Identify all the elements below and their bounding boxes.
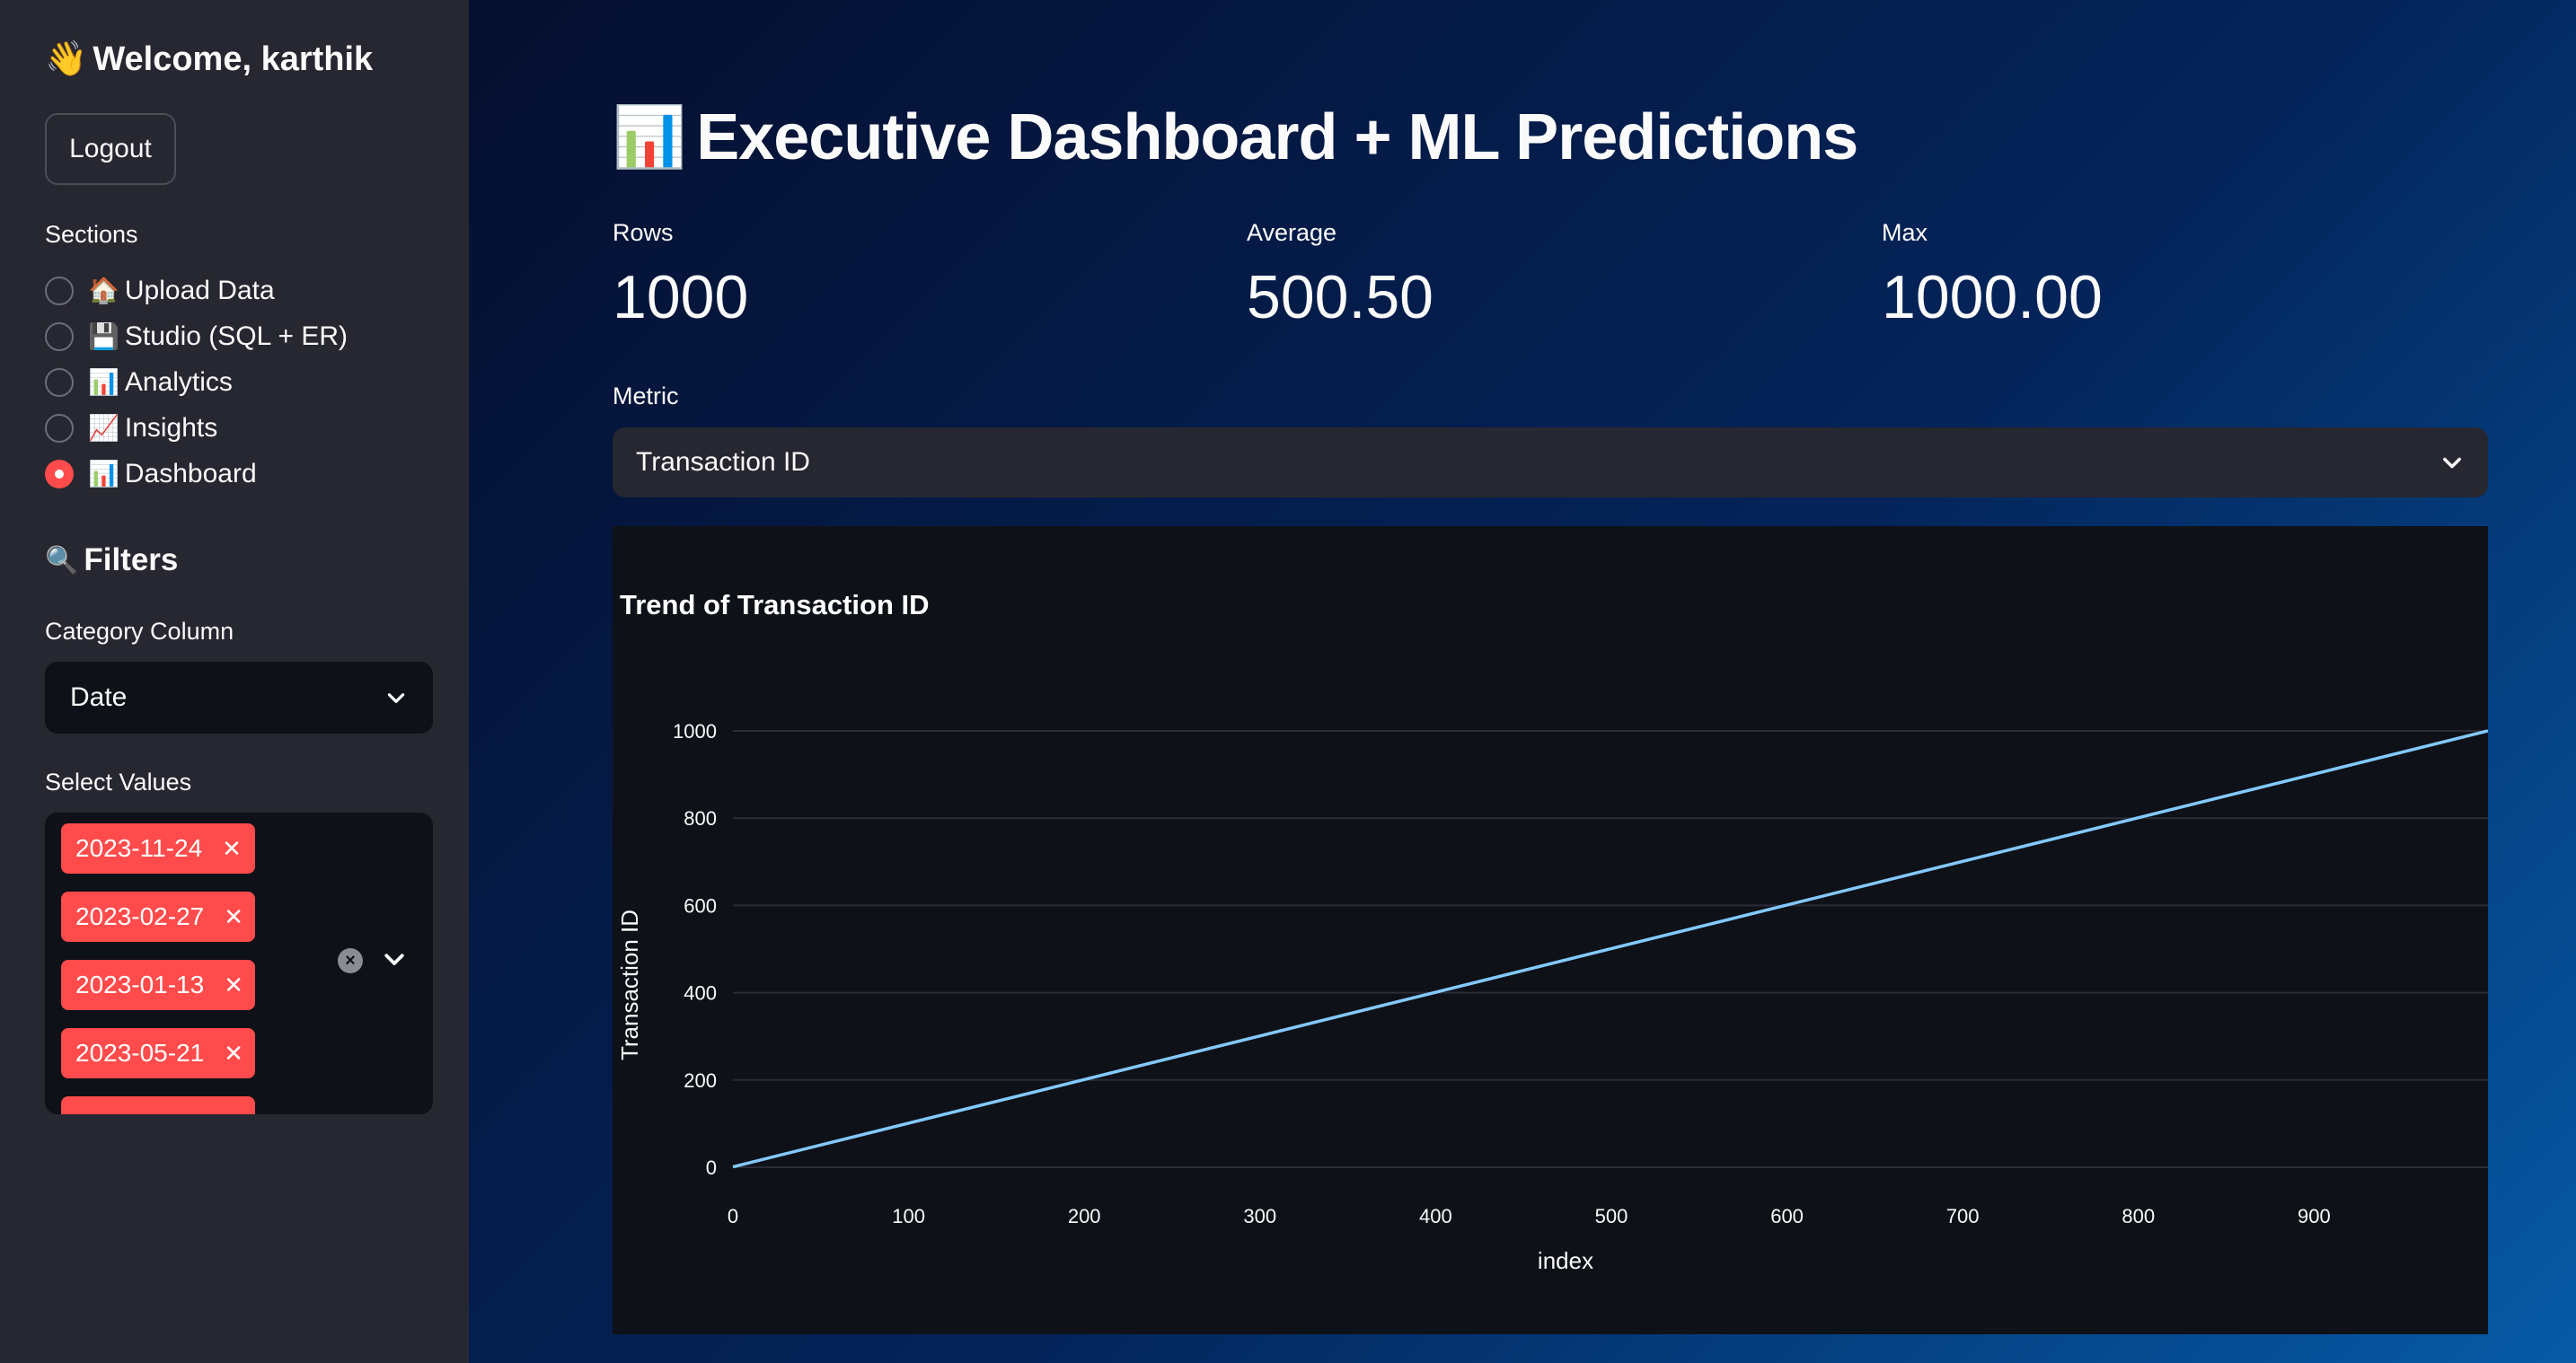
section-icon: 📊 xyxy=(88,368,119,396)
welcome-text: Welcome, karthik xyxy=(93,40,374,78)
metric-select-label: Metric xyxy=(613,383,679,409)
select-values-multiselect[interactable]: × 2023-11-24 ✕ 2023-02-27 ✕ 2023-01-13 ✕ 2023-… xyxy=(45,813,433,1114)
metric-rows-value: 1000 xyxy=(613,263,749,331)
tag-label: 2023-01-13 xyxy=(75,971,205,998)
section-label: Studio (SQL + ER) xyxy=(124,321,348,351)
metric-max-label: Max xyxy=(1882,219,1928,246)
category-column-select[interactable]: Date xyxy=(45,662,433,734)
clear-all-icon[interactable]: × xyxy=(338,948,363,973)
x-tick-label: 400 xyxy=(1419,1205,1452,1227)
section-icon: 📈 xyxy=(88,414,119,442)
sidebar: 👋 Welcome, karthik Logout Sections 🏠 Uplo… xyxy=(0,0,469,1363)
x-tick-label: 300 xyxy=(1243,1205,1276,1227)
tag-label: 2023-11-24 xyxy=(75,834,203,862)
category-column-label: Category Column xyxy=(45,618,234,645)
section-label: Analytics xyxy=(124,366,233,397)
tag-label: 2023-05-21 xyxy=(75,1039,205,1067)
y-axis-label: Transaction ID xyxy=(616,910,643,1060)
radio-button[interactable] xyxy=(45,413,74,443)
bar-chart-icon: 📊 xyxy=(613,103,686,170)
y-tick-label: 600 xyxy=(684,894,717,917)
series-line xyxy=(732,729,2488,1169)
section-label: Insights xyxy=(124,412,218,443)
x-tick-label: 0 xyxy=(728,1205,738,1227)
waving-hand-icon: 👋 xyxy=(45,40,88,78)
radio-button[interactable] xyxy=(45,321,74,351)
remove-tag-icon[interactable]: ✕ xyxy=(224,1040,243,1068)
filters-title: Filters xyxy=(84,542,179,577)
metric-select[interactable]: Transaction ID xyxy=(613,427,2488,497)
magnifier-icon: 🔍 xyxy=(45,545,79,576)
remove-tag-icon[interactable]: ✕ xyxy=(224,903,243,931)
section-radio-insights[interactable]: 📈 Insights xyxy=(45,405,348,451)
x-tick-label: 600 xyxy=(1770,1205,1804,1227)
radio-button[interactable] xyxy=(45,459,74,488)
tag-label: 2023-02-27 xyxy=(75,902,205,930)
metric-rows-label: Rows xyxy=(613,219,674,246)
selected-value-tag[interactable]: 2023-01-13 ✕ xyxy=(61,960,255,1010)
x-tick-label: 900 xyxy=(2298,1205,2331,1227)
page-title: 📊 Executive Dashboard + ML Predictions xyxy=(613,101,1858,174)
radio-button[interactable] xyxy=(45,367,74,397)
radio-button[interactable] xyxy=(45,276,74,305)
x-tick-label: 100 xyxy=(892,1205,925,1227)
y-tick-label: 1000 xyxy=(673,720,717,743)
chevron-down-icon xyxy=(2443,457,2461,469)
y-tick-label: 800 xyxy=(684,807,717,830)
welcome-heading: 👋 Welcome, karthik xyxy=(45,40,373,79)
section-radio-dashboard[interactable]: 📊 Dashboard xyxy=(45,451,348,497)
selected-value-tag[interactable]: 2023-02-27 ✕ xyxy=(61,892,255,942)
x-tick-label: 500 xyxy=(1595,1205,1628,1227)
sections-radio-group: 🏠 Upload Data 💾 Studio (SQL + ER) 📊 Analytics… xyxy=(45,268,348,497)
section-radio-studio-sql-er[interactable]: 💾 Studio (SQL + ER) xyxy=(45,313,348,359)
section-radio-upload-data[interactable]: 🏠 Upload Data xyxy=(45,268,348,313)
selected-value-tag[interactable]: 2023-05-21 ✕ xyxy=(61,1028,255,1078)
x-tick-label: 700 xyxy=(1946,1205,1980,1227)
y-tick-label: 0 xyxy=(706,1156,717,1179)
metric-average-label: Average xyxy=(1247,219,1337,246)
line-chart-panel: Trend of Transaction ID 0 200 400 600 800 100… xyxy=(613,526,2488,1334)
x-axis-label: index xyxy=(1538,1247,1593,1274)
x-tick-label: 200 xyxy=(1068,1205,1101,1227)
chevron-down-icon xyxy=(387,693,405,703)
selected-value-tag-overflow[interactable] xyxy=(61,1096,255,1114)
y-tick-label: 200 xyxy=(684,1069,717,1092)
logout-button[interactable]: Logout xyxy=(45,113,176,185)
section-icon: 🏠 xyxy=(88,277,119,304)
section-icon: 📊 xyxy=(88,460,119,488)
select-values-label: Select Values xyxy=(45,769,192,796)
selected-value-tag[interactable]: 2023-11-24 ✕ xyxy=(61,823,255,874)
section-label: Upload Data xyxy=(124,275,275,305)
y-tick-label: 400 xyxy=(684,982,717,1005)
category-column-value: Date xyxy=(70,682,128,712)
line-chart[interactable]: 0 200 400 600 800 1000 0 100 200 300 400 500 600 700 8… xyxy=(613,526,2488,1334)
sections-label: Sections xyxy=(45,221,138,248)
section-radio-analytics[interactable]: 📊 Analytics xyxy=(45,359,348,405)
metric-average-value: 500.50 xyxy=(1247,263,1434,331)
chevron-down-icon[interactable] xyxy=(381,945,408,972)
page-title-text: Executive Dashboard + ML Predictions xyxy=(696,101,1858,173)
section-label: Dashboard xyxy=(124,458,257,488)
app-window: 👋 Welcome, karthik Logout Sections 🏠 Uplo… xyxy=(0,0,2576,1363)
section-icon: 💾 xyxy=(88,322,119,350)
remove-tag-icon[interactable]: ✕ xyxy=(222,835,242,863)
filters-heading: 🔍 Filters xyxy=(45,542,178,578)
remove-tag-icon[interactable]: ✕ xyxy=(224,972,243,999)
metric-max-value: 1000.00 xyxy=(1882,263,2103,331)
x-tick-label: 800 xyxy=(2122,1205,2155,1227)
metric-select-value: Transaction ID xyxy=(636,447,810,477)
